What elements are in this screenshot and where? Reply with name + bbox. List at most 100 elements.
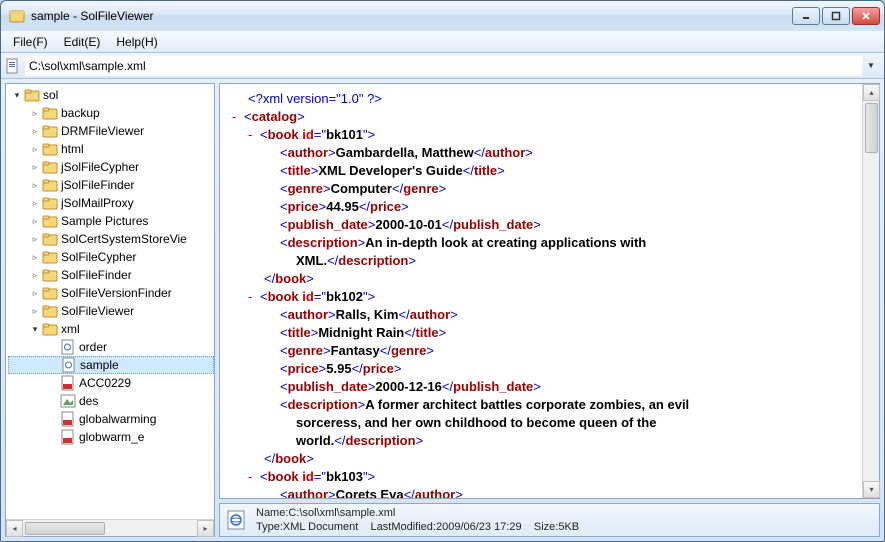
- tree-label: Sample Pictures: [61, 214, 148, 228]
- tree-node-file[interactable]: ACC0229: [8, 374, 214, 392]
- folder-icon: [42, 285, 58, 301]
- expander-icon[interactable]: ▹: [28, 142, 42, 156]
- tree-node-file-selected[interactable]: sample: [8, 356, 214, 374]
- tree-node-folder[interactable]: ▹ jSolFileFinder: [8, 176, 214, 194]
- app-icon: [9, 8, 25, 24]
- expander-icon[interactable]: ▹: [28, 286, 42, 300]
- tree-label: des: [79, 394, 98, 408]
- menu-file[interactable]: File(F): [5, 33, 56, 51]
- expander-spacer: [47, 358, 61, 372]
- app-window: sample - SolFileViewer File(F) Edit(E) H…: [0, 0, 885, 542]
- collapse-toggle[interactable]: -: [248, 288, 260, 306]
- tree-label: html: [61, 142, 84, 156]
- tree-label: SolFileFinder: [61, 268, 132, 282]
- address-input[interactable]: [25, 56, 862, 76]
- status-bar: Name:C:\sol\xml\sample.xml Type:XML Docu…: [219, 503, 880, 537]
- expander-icon[interactable]: ▹: [28, 124, 42, 138]
- tree-node-folder[interactable]: ▹ Sample Pictures: [8, 212, 214, 230]
- scroll-thumb[interactable]: [865, 103, 878, 153]
- menu-help[interactable]: Help(H): [108, 33, 165, 51]
- folder-tree[interactable]: ▾ sol ▹ backup ▹ DRMFileViewer ▹ html ▹ jSolFil…: [6, 84, 214, 519]
- expander-icon[interactable]: ▹: [28, 196, 42, 210]
- collapse-toggle[interactable]: -: [248, 468, 260, 486]
- scroll-track[interactable]: [23, 520, 197, 537]
- folder-icon: [42, 159, 58, 175]
- menu-edit[interactable]: Edit(E): [56, 33, 109, 51]
- tree-label: SolCertSystemStoreVie: [61, 232, 187, 246]
- tree-node-folder[interactable]: ▹ SolCertSystemStoreVie: [8, 230, 214, 248]
- folder-icon: [42, 249, 58, 265]
- scroll-track[interactable]: [863, 101, 879, 481]
- xml-content[interactable]: <?xml version="1.0" ?> -<catalog> -<book…: [220, 84, 862, 498]
- expander-icon[interactable]: ▾: [28, 322, 42, 336]
- tree-node-file[interactable]: des: [8, 392, 214, 410]
- tree-node-xml[interactable]: ▾ xml: [8, 320, 214, 338]
- folder-icon: [42, 231, 58, 247]
- pdf-file-icon: [60, 375, 76, 391]
- tree-label: backup: [61, 106, 100, 120]
- expander-spacer: [46, 430, 60, 444]
- expander-spacer: [46, 412, 60, 426]
- status-text: Name:C:\sol\xml\sample.xml Type:XML Docu…: [256, 506, 579, 534]
- tree-node-folder[interactable]: ▹ DRMFileViewer: [8, 122, 214, 140]
- tree-node-folder[interactable]: ▹ SolFileFinder: [8, 266, 214, 284]
- tree-node-root[interactable]: ▾ sol: [8, 86, 214, 104]
- folder-icon: [42, 213, 58, 229]
- expander-icon[interactable]: ▾: [10, 88, 24, 102]
- address-bar: ▼: [1, 53, 884, 79]
- tree-node-folder[interactable]: ▹ SolFileViewer: [8, 302, 214, 320]
- expander-icon[interactable]: ▹: [28, 268, 42, 282]
- expander-icon[interactable]: ▹: [28, 304, 42, 318]
- tree-node-folder[interactable]: ▹ html: [8, 140, 214, 158]
- expander-icon[interactable]: ▹: [28, 160, 42, 174]
- tree-label: SolFileViewer: [61, 304, 134, 318]
- scroll-down-button[interactable]: ▾: [863, 481, 880, 498]
- tree-label: globalwarming: [79, 412, 156, 426]
- tree-node-file[interactable]: globalwarming: [8, 410, 214, 428]
- tree-label: xml: [61, 322, 80, 336]
- tree-node-folder[interactable]: ▹ jSolFileCypher: [8, 158, 214, 176]
- collapse-toggle[interactable]: -: [232, 108, 244, 126]
- tree-h-scrollbar[interactable]: ◂ ▸: [6, 519, 214, 536]
- scroll-up-button[interactable]: ▴: [863, 84, 880, 101]
- expander-spacer: [46, 376, 60, 390]
- xml-v-scrollbar[interactable]: ▴ ▾: [862, 84, 879, 498]
- address-dropdown-button[interactable]: ▼: [862, 56, 880, 76]
- tree-label: SolFileCypher: [61, 250, 136, 264]
- pdf-file-icon: [60, 429, 76, 445]
- right-panel: <?xml version="1.0" ?> -<catalog> -<book…: [219, 83, 880, 537]
- expander-icon[interactable]: ▹: [28, 214, 42, 228]
- tree-node-file[interactable]: globwarm_e: [8, 428, 214, 446]
- expander-icon[interactable]: ▹: [28, 178, 42, 192]
- expander-icon[interactable]: ▹: [28, 106, 42, 120]
- xml-file-icon: [61, 357, 77, 373]
- window-controls: [792, 7, 880, 25]
- tree-node-folder[interactable]: ▹jSolMailProxy: [8, 194, 214, 212]
- tree-node-folder[interactable]: ▹SolFileVersionFinder: [8, 284, 214, 302]
- folder-icon: [42, 105, 58, 121]
- maximize-button[interactable]: [822, 7, 850, 25]
- minimize-button[interactable]: [792, 7, 820, 25]
- scroll-thumb[interactable]: [25, 522, 105, 535]
- file-type-icon: [226, 509, 248, 531]
- scroll-left-button[interactable]: ◂: [6, 520, 23, 537]
- titlebar[interactable]: sample - SolFileViewer: [1, 1, 884, 31]
- folder-tree-panel: ▾ sol ▹ backup ▹ DRMFileViewer ▹ html ▹ jSolFil…: [5, 83, 215, 537]
- tree-label: DRMFileViewer: [61, 124, 144, 138]
- tree-label: ACC0229: [79, 376, 131, 390]
- folder-icon: [42, 303, 58, 319]
- folder-icon: [42, 141, 58, 157]
- collapse-toggle[interactable]: -: [248, 126, 260, 144]
- expander-icon[interactable]: ▹: [28, 232, 42, 246]
- close-button[interactable]: [852, 7, 880, 25]
- expander-icon[interactable]: ▹: [28, 250, 42, 264]
- tree-label: order: [79, 340, 107, 354]
- tree-label: jSolFileFinder: [61, 178, 134, 192]
- folder-icon: [42, 267, 58, 283]
- client-area: ▾ sol ▹ backup ▹ DRMFileViewer ▹ html ▹ jSolFil…: [1, 79, 884, 541]
- scroll-right-button[interactable]: ▸: [197, 520, 214, 537]
- tree-node-folder[interactable]: ▹ SolFileCypher: [8, 248, 214, 266]
- tree-label: jSolFileCypher: [61, 160, 139, 174]
- tree-node-folder[interactable]: ▹ backup: [8, 104, 214, 122]
- tree-node-file[interactable]: order: [8, 338, 214, 356]
